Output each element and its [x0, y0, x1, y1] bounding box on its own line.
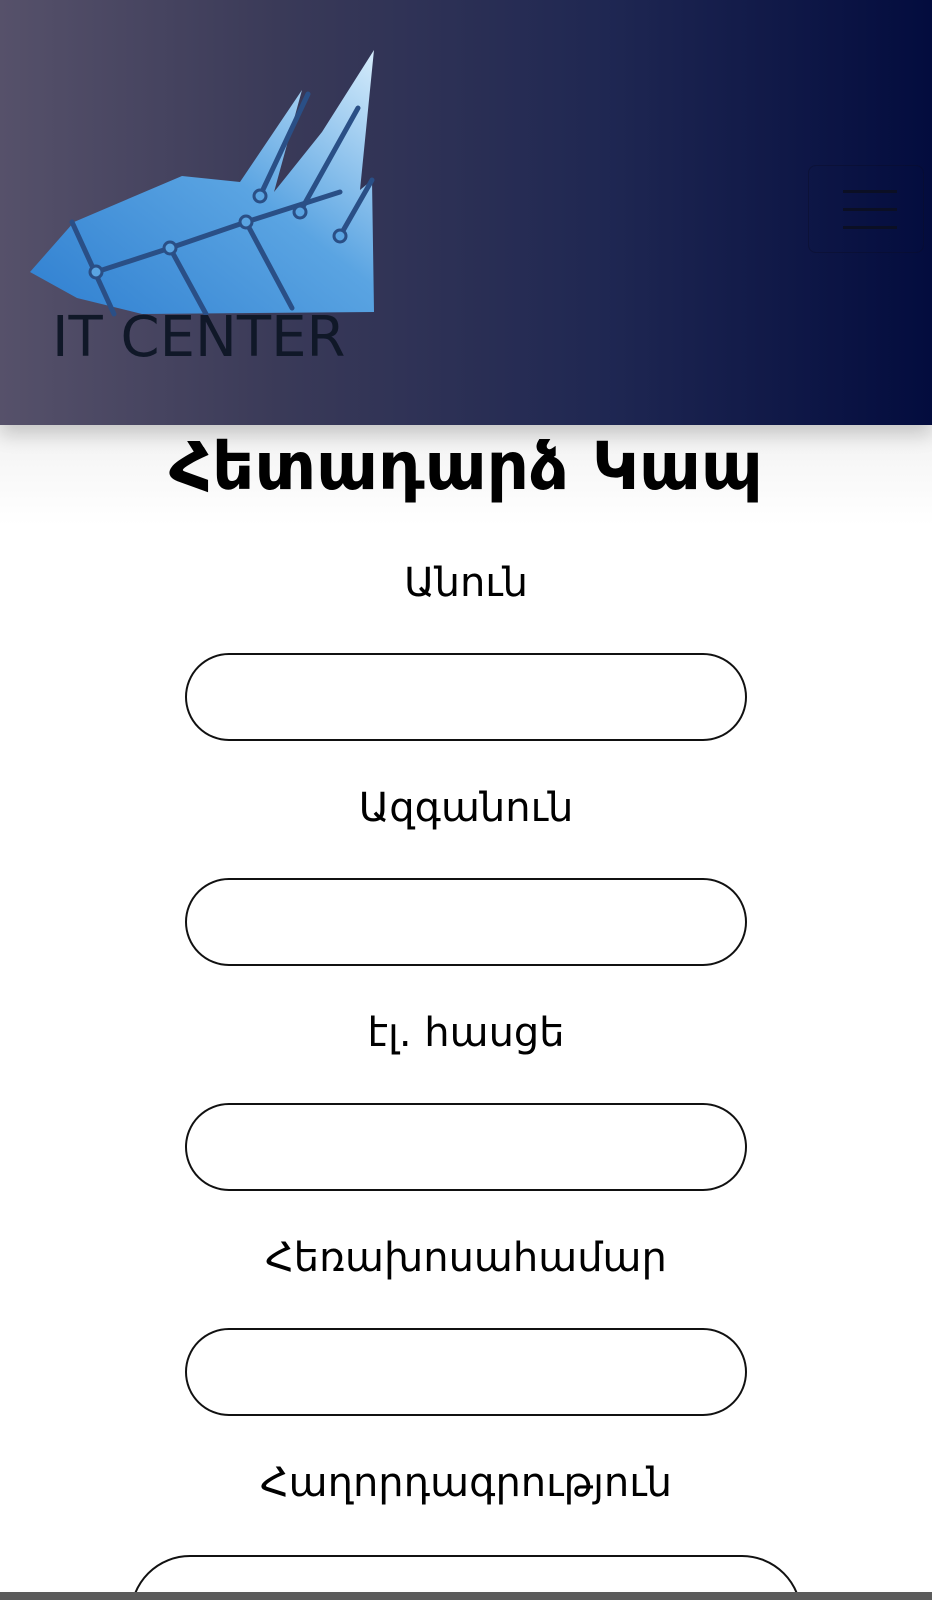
menu-bar: [843, 190, 897, 193]
page: IT CENTER Հետադարձ Կապ Անուն Ազգանուն էլ…: [0, 0, 932, 1600]
phone-label: Հեռախոսահամար: [265, 1235, 667, 1281]
last-name-label: Ազգանուն: [358, 785, 574, 831]
email-label: էլ. հասցե: [367, 1010, 565, 1056]
bottom-edge-bar: [0, 1592, 932, 1600]
last-name-input[interactable]: [185, 878, 747, 966]
menu-bar: [843, 208, 897, 211]
site-header: IT CENTER: [0, 0, 932, 425]
logo-text: IT CENTER: [52, 305, 346, 370]
first-name-input[interactable]: [185, 653, 747, 741]
first-name-label: Անուն: [403, 560, 529, 606]
phone-input[interactable]: [185, 1328, 747, 1416]
email-input[interactable]: [185, 1103, 747, 1191]
logo-mark-icon: [30, 50, 375, 317]
message-label: Հաղորդագրություն: [259, 1460, 673, 1506]
menu-bar: [843, 226, 897, 229]
it-center-logo[interactable]: IT CENTER: [22, 40, 392, 380]
hamburger-menu-button[interactable]: [808, 165, 924, 253]
page-title: Հետադարձ Կապ: [169, 428, 763, 505]
